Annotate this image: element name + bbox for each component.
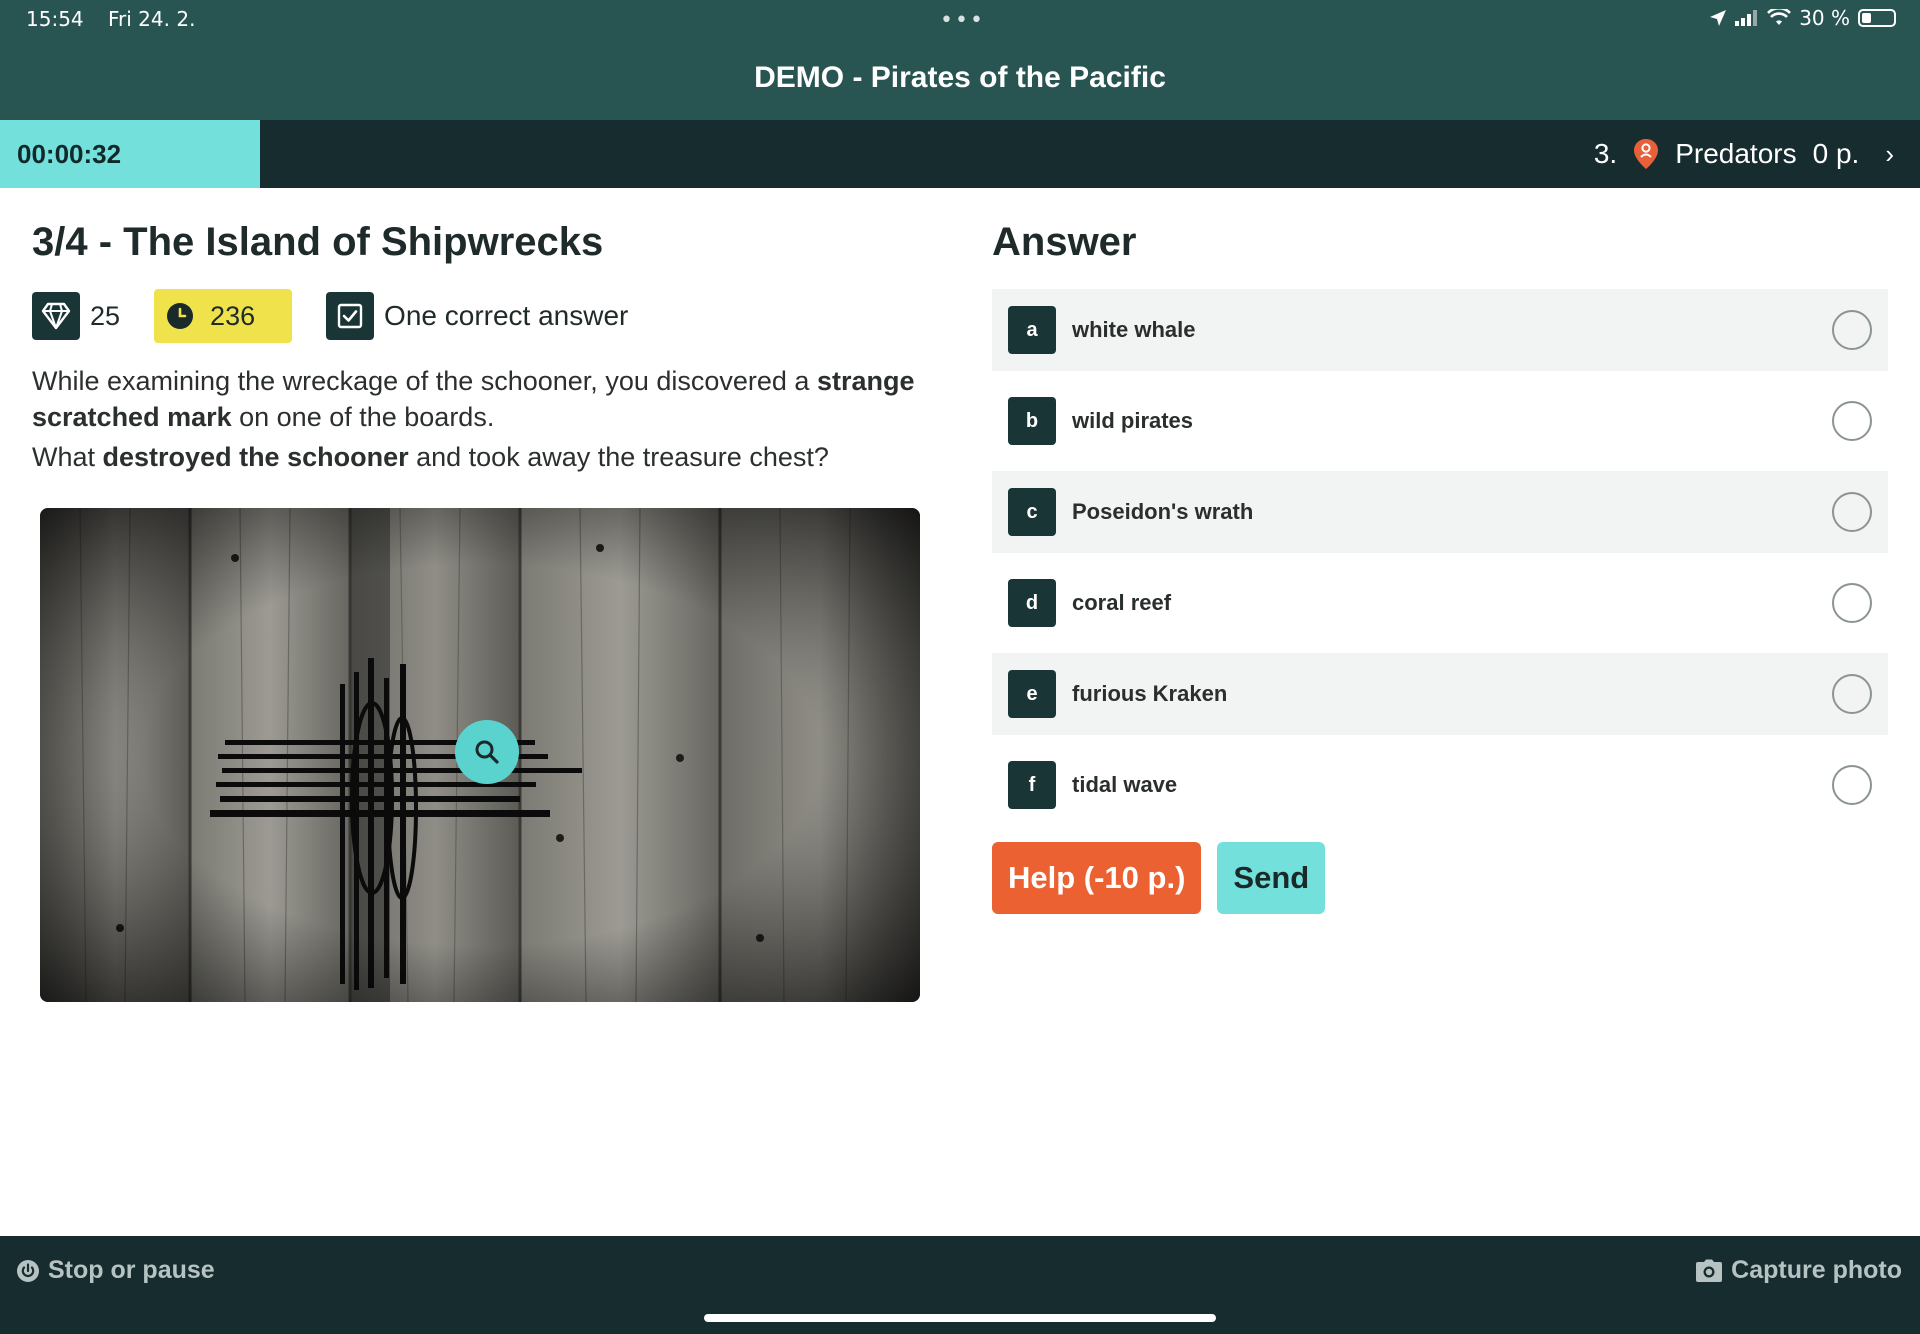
team-name: Predators bbox=[1675, 138, 1797, 169]
checkbox-icon bbox=[326, 292, 375, 340]
status-bar: 15:54 Fri 24. 2. ••• 30 % bbox=[0, 0, 1920, 38]
radio-button[interactable] bbox=[1832, 492, 1872, 532]
status-bar-left: 15:54 Fri 24. 2. bbox=[26, 7, 195, 31]
description-line-2: What destroyed the schooner and took awa… bbox=[32, 439, 932, 475]
option-letter: c bbox=[1008, 488, 1056, 536]
cellular-signal-icon bbox=[1735, 10, 1758, 26]
team-rank: 3. bbox=[1593, 138, 1618, 169]
zoom-button[interactable] bbox=[455, 720, 519, 784]
team-points: 0 p. bbox=[1812, 138, 1860, 169]
description-line-1: While examining the wreckage of the scho… bbox=[32, 363, 932, 435]
option-letter: b bbox=[1008, 397, 1056, 445]
battery-percent: 30 % bbox=[1799, 6, 1850, 30]
radio-button[interactable] bbox=[1832, 401, 1872, 441]
time-limit-value: 236 bbox=[210, 300, 256, 331]
stop-pause-label: Stop or pause bbox=[48, 1256, 215, 1284]
answer-type-label: One correct answer bbox=[384, 300, 629, 331]
option-label: furious Kraken bbox=[1072, 681, 1228, 706]
desc-text: and took away the treasure chest? bbox=[408, 442, 829, 472]
bottom-bar: Stop or pause Capture photo bbox=[0, 1236, 1920, 1334]
camera-icon bbox=[1696, 1259, 1723, 1282]
option-letter: a bbox=[1008, 306, 1056, 354]
status-date: Fri 24. 2. bbox=[108, 7, 196, 31]
power-icon bbox=[17, 1259, 39, 1282]
radio-button[interactable] bbox=[1832, 674, 1872, 714]
option-label: wild pirates bbox=[1072, 408, 1194, 433]
desc-text: While examining the wreckage of the scho… bbox=[32, 366, 817, 396]
location-arrow-icon bbox=[1710, 10, 1727, 26]
answer-option-d[interactable]: d coral reef bbox=[992, 562, 1888, 644]
desc-text: What bbox=[32, 442, 103, 472]
task-panel: 3/4 - The Island of Shipwrecks 25 236 On… bbox=[32, 220, 932, 1002]
answer-actions: Help (-10 p.) Send bbox=[992, 842, 1888, 914]
elapsed-timer: 00:00:32 bbox=[0, 120, 260, 188]
radio-button[interactable] bbox=[1832, 310, 1872, 350]
answer-title: Answer bbox=[992, 220, 1137, 264]
task-description: While examining the wreckage of the scho… bbox=[32, 363, 932, 475]
capture-photo-label: Capture photo bbox=[1731, 1256, 1902, 1284]
option-label: coral reef bbox=[1072, 590, 1172, 615]
title-bar: DEMO - Pirates of the Pacific bbox=[0, 38, 1920, 120]
answer-option-e[interactable]: e furious Kraken bbox=[992, 653, 1888, 735]
search-icon bbox=[475, 740, 499, 764]
desc-text: on one of the boards. bbox=[231, 402, 495, 432]
task-points: 25 bbox=[90, 300, 121, 331]
diamond-icon bbox=[32, 292, 80, 340]
option-label: tidal wave bbox=[1072, 772, 1178, 797]
answer-option-a[interactable]: a white whale bbox=[992, 289, 1888, 371]
option-letter: d bbox=[1008, 579, 1056, 627]
clock-icon bbox=[167, 303, 194, 329]
answer-option-f[interactable]: f tidal wave bbox=[992, 744, 1888, 826]
wifi-icon bbox=[1767, 9, 1792, 25]
game-title: DEMO - Pirates of the Pacific bbox=[754, 61, 1166, 94]
timer-bar: 00:00:32 3. Predators 0 p. › bbox=[0, 120, 1920, 188]
chevron-right-icon[interactable]: › bbox=[1885, 139, 1894, 170]
more-dots-icon[interactable]: ••• bbox=[940, 8, 985, 33]
battery-icon bbox=[1858, 9, 1896, 27]
option-label: white whale bbox=[1072, 317, 1196, 342]
answer-option-b[interactable]: b wild pirates bbox=[992, 380, 1888, 462]
answer-panel: Answer a white whale b wild pirates c Po… bbox=[992, 220, 1888, 914]
team-info[interactable]: 3. Predators 0 p. › bbox=[1594, 120, 1894, 188]
answer-option-c[interactable]: c Poseidon's wrath bbox=[992, 471, 1888, 553]
answer-options: a white whale b wild pirates c Poseidon'… bbox=[992, 289, 1888, 826]
task-image[interactable] bbox=[40, 508, 920, 1002]
option-letter: e bbox=[1008, 670, 1056, 718]
desc-bold: destroyed the schooner bbox=[102, 442, 409, 472]
send-button[interactable]: Send bbox=[1217, 842, 1326, 914]
stop-pause-button[interactable]: Stop or pause bbox=[16, 1256, 215, 1285]
capture-photo-button[interactable]: Capture photo bbox=[1695, 1256, 1902, 1285]
status-bar-right: 30 % bbox=[1709, 6, 1896, 30]
radio-button[interactable] bbox=[1832, 765, 1872, 805]
task-meta: 25 236 One correct answer bbox=[32, 289, 932, 343]
help-button[interactable]: Help (-10 p.) bbox=[992, 842, 1202, 914]
option-label: Poseidon's wrath bbox=[1072, 499, 1254, 524]
task-title: 3/4 - The Island of Shipwrecks bbox=[32, 220, 604, 264]
home-indicator[interactable] bbox=[704, 1314, 1216, 1322]
time-limit-badge: 236 bbox=[154, 289, 293, 343]
option-letter: f bbox=[1008, 761, 1056, 809]
status-time: 15:54 bbox=[26, 7, 84, 31]
map-pin-icon bbox=[1634, 139, 1659, 169]
radio-button[interactable] bbox=[1832, 583, 1872, 623]
